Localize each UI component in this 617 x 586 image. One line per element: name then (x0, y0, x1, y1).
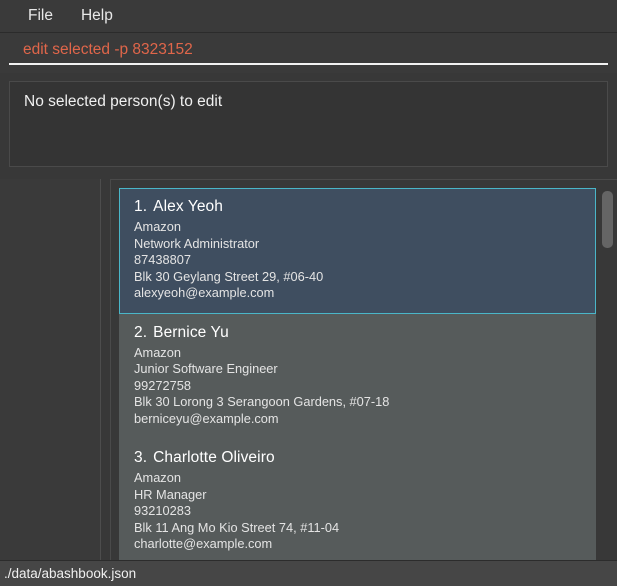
person-card-phone: 99272758 (134, 377, 191, 393)
list-scrollbar-thumb[interactable] (602, 191, 613, 248)
status-bar: ./data/abashbook.json (0, 560, 617, 586)
command-region (0, 33, 617, 73)
person-card-email: alexyeoh@example.com (134, 285, 275, 300)
person-card-email: charlotte@example.com (134, 536, 273, 551)
command-input[interactable] (9, 39, 608, 65)
menu-item-help[interactable]: Help (71, 4, 123, 28)
person-card-role: Junior Software Engineer (134, 361, 278, 376)
menu-bar: File Help (0, 0, 617, 33)
person-card-email: berniceyu@example.com (134, 410, 279, 426)
person-card-index: 2. (134, 323, 148, 341)
person-card-title: 3. Charlotte Oliveiro (134, 449, 581, 467)
status-bar-file-path: ./data/abashbook.json (4, 566, 137, 581)
person-card-address: Blk 30 Lorong 3 Serangoon Gardens, #07-1… (134, 394, 390, 409)
person-card-phone: 93210283 (134, 503, 191, 518)
person-card-company: Amazon (134, 219, 181, 234)
person-card-role: HR Manager (134, 486, 207, 502)
person-card[interactable]: 2. Bernice Yu Amazon Junior Software Engine… (119, 313, 596, 439)
person-card-name: Charlotte Oliveiro (153, 449, 275, 466)
person-card-title: 1. Alex Yeoh (134, 198, 581, 216)
person-card-company: Amazon (134, 470, 181, 485)
result-display-box: No selected person(s) to edit (9, 81, 608, 167)
person-card-phone: 87438807 (134, 252, 191, 267)
person-card-company: Amazon (134, 344, 181, 360)
person-card-title: 2. Bernice Yu (134, 324, 581, 342)
result-message: No selected person(s) to edit (24, 93, 223, 110)
person-card-index: 1. (134, 198, 148, 215)
person-card[interactable]: 1. Alex Yeoh Amazon Network Administrator 87… (119, 188, 596, 314)
person-card-address: Blk 30 Geylang Street 29, #06-40 (134, 268, 324, 284)
person-list[interactable]: 1. Alex Yeoh Amazon Network Administrator 87… (119, 188, 596, 560)
person-card-role: Network Administrator (134, 235, 260, 251)
left-side-pane (0, 179, 101, 560)
result-region: No selected person(s) to edit (0, 73, 617, 179)
person-card-index: 3. (134, 449, 148, 466)
person-card-address: Blk 11 Ang Mo Kio Street 74, #11-04 (134, 519, 340, 535)
person-card-name: Bernice Yu (153, 323, 229, 341)
menu-item-file[interactable]: File (18, 4, 63, 28)
main-area: 1. Alex Yeoh Amazon Network Administrator 87… (0, 179, 617, 560)
person-list-pane: 1. Alex Yeoh Amazon Network Administrator 87… (110, 179, 617, 560)
list-scrollbar-track[interactable] (601, 188, 614, 556)
person-card-name: Alex Yeoh (153, 198, 223, 215)
pane-splitter[interactable] (101, 179, 110, 560)
person-card[interactable]: 3. Charlotte Oliveiro Amazon HR Manager 9321… (119, 439, 596, 560)
